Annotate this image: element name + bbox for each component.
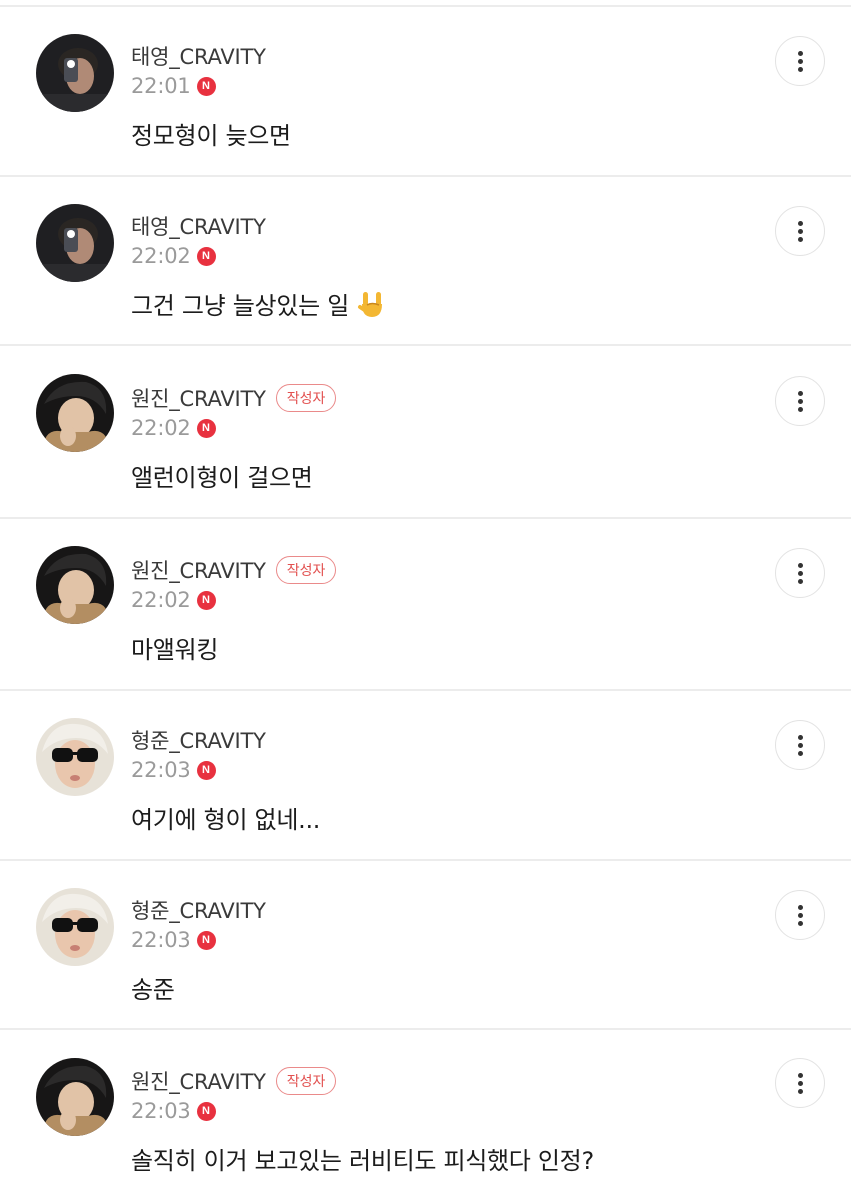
new-badge: N [196, 1101, 216, 1121]
avatar-hyeongjun-icon [36, 888, 114, 966]
new-badge: N [196, 76, 216, 96]
avatar-wonjin[interactable] [36, 546, 114, 624]
more-vertical-icon [797, 562, 803, 584]
comment-text: 여기에 형이 없네... [131, 806, 321, 834]
avatar-taeyoung[interactable] [36, 204, 114, 282]
comment-text-wrap: 송준 [131, 970, 175, 1005]
avatar-wonjin-icon [36, 374, 114, 452]
comment-author[interactable]: 형준_CRAVITY [131, 895, 266, 925]
comment-more-button[interactable] [775, 890, 825, 940]
comment-text: 정모형이 늦으면 [131, 122, 291, 150]
comment-text-wrap: 앨런이형이 걸으면 [131, 458, 313, 493]
comment-time: 22:03 [131, 1099, 191, 1123]
comment-text: 앨런이형이 걸으면 [131, 464, 313, 492]
comment-time-line: 22:02 N [131, 242, 216, 270]
comment-author-line: 형준_CRAVITY [131, 895, 266, 925]
new-badge: N [196, 418, 216, 438]
comment-text: 솔직히 이거 보고있는 러비티도 피식했다 인정? [131, 1147, 594, 1175]
comment-more-button[interactable] [775, 1058, 825, 1108]
top-divider [0, 5, 851, 7]
comment-text-wrap: 여기에 형이 없네... [131, 800, 320, 835]
avatar-wonjin-icon [36, 1058, 114, 1136]
comment-time-line: 22:03 N [131, 756, 216, 784]
comment-author[interactable]: 원진_CRAVITY [131, 555, 266, 585]
writer-badge: 작성자 [275, 384, 337, 412]
comment-author-line: 형준_CRAVITY [131, 725, 266, 755]
avatar-taeyoung[interactable] [36, 34, 114, 112]
comment-time-line: 22:03 N [131, 926, 216, 954]
avatar-taeyoung-icon [36, 34, 114, 112]
comment-author[interactable]: 태영_CRAVITY [131, 41, 266, 71]
more-vertical-icon [797, 1072, 803, 1094]
avatar-hyeongjun[interactable] [36, 888, 114, 966]
comment-author-line: 원진_CRAVITY 작성자 [131, 383, 337, 413]
comment-author[interactable]: 원진_CRAVITY [131, 383, 266, 413]
comment-author[interactable]: 태영_CRAVITY [131, 211, 266, 241]
comment-divider [0, 689, 851, 691]
comment-time: 22:01 [131, 74, 191, 98]
comment-time-line: 22:01 N [131, 72, 216, 100]
avatar-wonjin[interactable] [36, 374, 114, 452]
comment-time-line: 22:03 N [131, 1097, 216, 1125]
more-vertical-icon [797, 904, 803, 926]
comment-more-button[interactable] [775, 548, 825, 598]
comment-divider [0, 175, 851, 177]
comment-more-button[interactable] [775, 376, 825, 426]
avatar-wonjin[interactable] [36, 1058, 114, 1136]
comment-text-wrap: 마앨워킹 [131, 630, 218, 665]
comment-author-line: 태영_CRAVITY [131, 211, 266, 241]
comment-time: 22:02 [131, 244, 191, 268]
more-vertical-icon [797, 390, 803, 412]
comment-divider [0, 517, 851, 519]
comment-text-wrap: 그건 그냥 늘상있는 일 [131, 286, 387, 321]
comment-more-button[interactable] [775, 36, 825, 86]
comment-time: 22:03 [131, 758, 191, 782]
new-badge: N [196, 590, 216, 610]
comment-author-line: 원진_CRAVITY 작성자 [131, 1066, 337, 1096]
comment-time: 22:03 [131, 928, 191, 952]
writer-badge: 작성자 [275, 556, 337, 584]
new-badge: N [196, 246, 216, 266]
comment-author[interactable]: 원진_CRAVITY [131, 1066, 266, 1096]
comment-divider [0, 859, 851, 861]
more-vertical-icon [797, 734, 803, 756]
avatar-hyeongjun[interactable] [36, 718, 114, 796]
comment-more-button[interactable] [775, 206, 825, 256]
avatar-taeyoung-icon [36, 204, 114, 282]
more-vertical-icon [797, 50, 803, 72]
comment-divider [0, 1028, 851, 1030]
comment-more-button[interactable] [775, 720, 825, 770]
comment-text: 송준 [131, 976, 175, 1004]
comment-text-wrap: 솔직히 이거 보고있는 러비티도 피식했다 인정? [131, 1141, 594, 1176]
comment-time-line: 22:02 N [131, 414, 216, 442]
comment-author[interactable]: 형준_CRAVITY [131, 725, 266, 755]
comment-author-line: 태영_CRAVITY [131, 41, 266, 71]
comment-text-wrap: 정모형이 늦으면 [131, 116, 291, 151]
comment-text: 마앨워킹 [131, 636, 219, 664]
writer-badge: 작성자 [275, 1067, 337, 1095]
comment-list: 태영_CRAVITY 22:01 N 정모형이 늦으면 태영_CRAVITY 2… [0, 0, 851, 1200]
more-vertical-icon [797, 220, 803, 242]
comment-author-line: 원진_CRAVITY 작성자 [131, 555, 337, 585]
comment-time: 22:02 [131, 588, 191, 612]
new-badge: N [196, 760, 216, 780]
comment-divider [0, 344, 851, 346]
comment-time: 22:02 [131, 416, 191, 440]
comment-text: 그건 그냥 늘상있는 일 [131, 292, 350, 320]
avatar-hyeongjun-icon [36, 718, 114, 796]
new-badge: N [196, 930, 216, 950]
sign-of-horns-emoji [358, 291, 383, 317]
avatar-wonjin-icon [36, 546, 114, 624]
comment-time-line: 22:02 N [131, 586, 216, 614]
